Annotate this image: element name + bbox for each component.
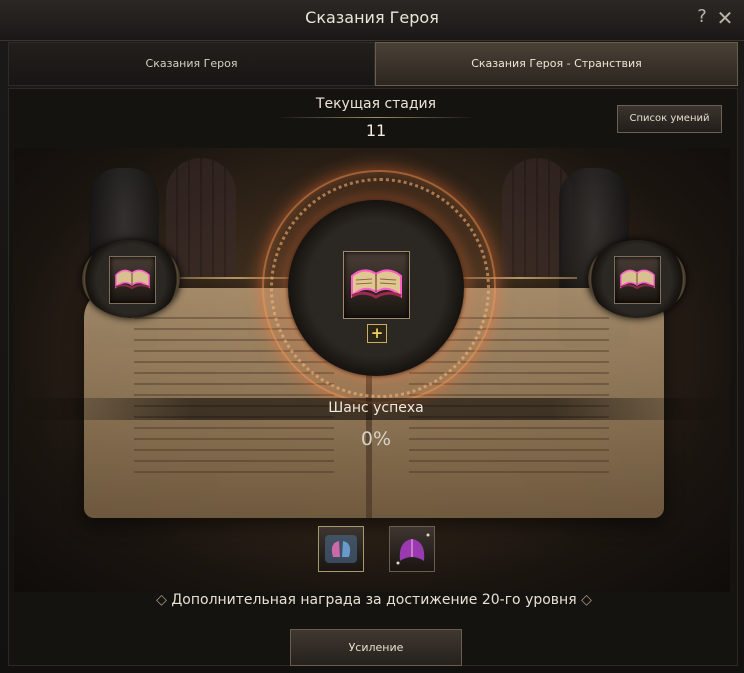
skills-list-button[interactable]: Список умений <box>617 105 722 133</box>
tab-hero-tales-wanderings[interactable]: Сказания Героя - Странствия <box>375 42 738 86</box>
bonus-reward-text: Дополнительная награда за достижение 20-… <box>171 592 577 608</box>
next-stage-book-slot[interactable] <box>614 256 661 304</box>
book-icon <box>115 269 150 290</box>
lung-scroll-icon <box>325 535 357 563</box>
hero-tales-window: Сказания Героя ? ✕ Сказания Героя Сказан… <box>0 0 744 673</box>
diamond-ornament-icon: ◇ <box>581 592 592 608</box>
title-bar[interactable]: Сказания Героя ? ✕ <box>0 0 744 41</box>
wing-crystal-icon <box>396 533 430 565</box>
stage-divider <box>276 117 476 118</box>
book-icon <box>620 269 655 290</box>
current-stage-value: 11 <box>365 121 387 140</box>
material-slot-2[interactable] <box>389 526 435 572</box>
diamond-ornament-icon: ◇ <box>156 592 167 608</box>
current-stage-book-slot[interactable] <box>343 251 410 319</box>
success-chance-value: 0% <box>360 428 392 450</box>
book-icon <box>351 269 402 299</box>
add-item-button[interactable]: + <box>367 324 387 343</box>
current-stage-label: Текущая стадия <box>315 96 437 112</box>
window-title: Сказания Героя <box>305 8 439 27</box>
previous-stage-book-slot[interactable] <box>109 256 156 304</box>
stained-window-left <box>166 158 236 278</box>
close-icon[interactable]: ✕ <box>714 6 736 30</box>
tab-hero-tales[interactable]: Сказания Героя <box>8 42 375 86</box>
bonus-reward-notice: ◇ Дополнительная награда за достижение 2… <box>154 592 594 608</box>
upgrade-button[interactable]: Усиление <box>290 629 462 666</box>
material-slot-1[interactable] <box>318 526 364 572</box>
tab-bar: Сказания Героя Сказания Героя - Странств… <box>8 42 738 86</box>
help-icon[interactable]: ? <box>691 6 713 30</box>
success-chance-label: Шанс успеха <box>328 400 424 416</box>
